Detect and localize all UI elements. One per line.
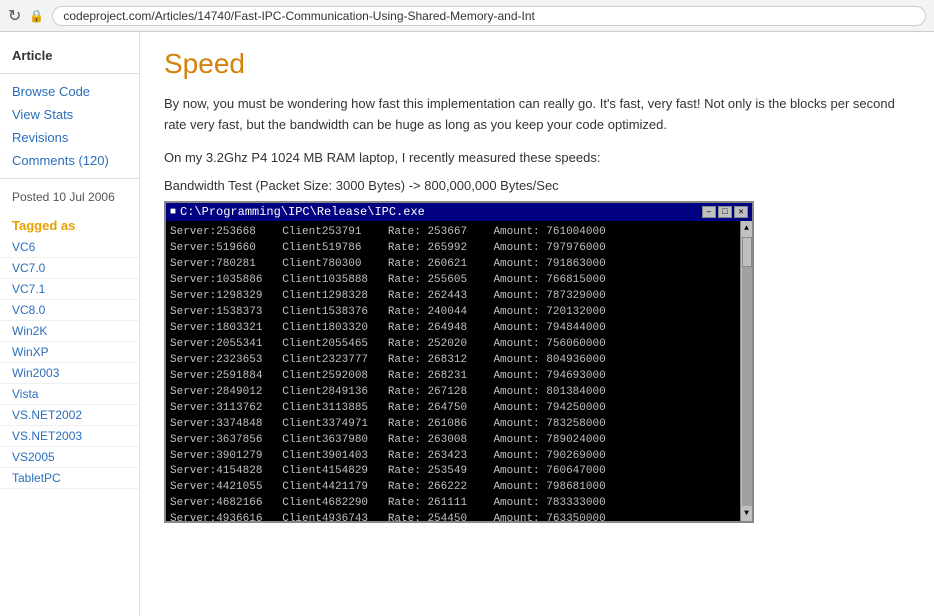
browser-bar: ↻ 🔒 codeproject.com/Articles/14740/Fast-… (0, 0, 934, 32)
console-line: Server:3901279 Client3901403 Rate: 26342… (170, 449, 736, 465)
sidebar-posted: Posted 10 Jul 2006 (0, 185, 139, 210)
main-content: Speed By now, you must be wondering how … (140, 32, 934, 616)
speed-note: On my 3.2Ghz P4 1024 MB RAM laptop, I re… (164, 148, 910, 169)
sidebar-tag-vista[interactable]: Vista (0, 384, 139, 405)
sidebar-tag-winxp[interactable]: WinXP (0, 342, 139, 363)
sidebar-tag-vsnet2003[interactable]: VS.NET2003 (0, 426, 139, 447)
lock-icon: 🔒 (29, 9, 44, 23)
console-line: Server:4154828 Client4154829 Rate: 25354… (170, 464, 736, 480)
sidebar-tag-win2k[interactable]: Win2K (0, 321, 139, 342)
sidebar-tagged-label: Tagged as (0, 210, 139, 237)
sidebar-link-view-stats[interactable]: View Stats (0, 103, 139, 126)
console-line: Server:3637856 Client3637980 Rate: 26300… (170, 433, 736, 449)
console-line: Server:1298329 Client1298328 Rate: 26244… (170, 289, 736, 305)
sidebar-divider-1 (0, 73, 139, 74)
console-line: Server:780281 Client780300 Rate: 260621 … (170, 257, 736, 273)
sidebar-tag-vs2005[interactable]: VS2005 (0, 447, 139, 468)
refresh-icon[interactable]: ↻ (8, 6, 21, 26)
console-titlebar: ■ C:\Programming\IPC\Release\IPC.exe – □… (166, 203, 752, 221)
sidebar-tag-win2003[interactable]: Win2003 (0, 363, 139, 384)
console-minimize-button[interactable]: – (702, 206, 716, 218)
sidebar-link-browse-code[interactable]: Browse Code (0, 80, 139, 103)
console-scrollbar[interactable]: ▲ ▼ (740, 221, 752, 521)
console-line: Server:4682166 Client4682290 Rate: 26111… (170, 496, 736, 512)
console-window: ■ C:\Programming\IPC\Release\IPC.exe – □… (164, 201, 754, 523)
sidebar-tag-vc80[interactable]: VC8.0 (0, 300, 139, 321)
sidebar-article-label: Article (0, 42, 139, 67)
bandwidth-label: Bandwidth Test (Packet Size: 3000 Bytes)… (164, 178, 910, 193)
sidebar-tag-vc71[interactable]: VC7.1 (0, 279, 139, 300)
console-title: C:\Programming\IPC\Release\IPC.exe (180, 205, 425, 219)
console-line: Server:1538373 Client1538376 Rate: 24004… (170, 305, 736, 321)
console-line: Server:2849012 Client2849136 Rate: 26712… (170, 385, 736, 401)
sidebar-tag-vc70[interactable]: VC7.0 (0, 258, 139, 279)
scroll-track (742, 237, 752, 506)
console-restore-button[interactable]: □ (718, 206, 732, 218)
console-line: Server:2055341 Client2055465 Rate: 25202… (170, 337, 736, 353)
console-line: Server:253668 Client253791 Rate: 253667 … (170, 225, 736, 241)
url-bar[interactable]: codeproject.com/Articles/14740/Fast-IPC-… (52, 6, 926, 26)
console-line: Server:2591884 Client2592008 Rate: 26823… (170, 369, 736, 385)
console-line: Server:2323653 Client2323777 Rate: 26831… (170, 353, 736, 369)
console-titlebar-left: ■ C:\Programming\IPC\Release\IPC.exe (170, 205, 425, 219)
sidebar-link-comments[interactable]: Comments (120) (0, 149, 139, 172)
console-controls: – □ ✕ (702, 206, 748, 218)
console-line: Server:1803321 Client1803320 Rate: 26494… (170, 321, 736, 337)
console-close-button[interactable]: ✕ (734, 206, 748, 218)
console-line: Server:3374848 Client3374971 Rate: 26108… (170, 417, 736, 433)
intro-paragraph: By now, you must be wondering how fast t… (164, 94, 910, 136)
scroll-up-arrow[interactable]: ▲ (744, 221, 749, 237)
sidebar-tag-vc6[interactable]: VC6 (0, 237, 139, 258)
main-layout: Article Browse Code View Stats Revisions… (0, 32, 934, 616)
sidebar-link-revisions[interactable]: Revisions (0, 126, 139, 149)
console-line: Server:1035886 Client1035888 Rate: 25560… (170, 273, 736, 289)
console-line: Server:3113762 Client3113885 Rate: 26475… (170, 401, 736, 417)
sidebar-divider-2 (0, 178, 139, 179)
console-body: Server:253668 Client253791 Rate: 253667 … (166, 221, 752, 521)
page-title: Speed (164, 48, 910, 80)
scroll-down-arrow[interactable]: ▼ (744, 506, 749, 522)
scroll-thumb[interactable] (742, 237, 752, 267)
sidebar: Article Browse Code View Stats Revisions… (0, 32, 140, 616)
console-line: Server:519660 Client519786 Rate: 265992 … (170, 241, 736, 257)
sidebar-tag-tabletpc[interactable]: TabletPC (0, 468, 139, 489)
sidebar-tag-vsnet2002[interactable]: VS.NET2002 (0, 405, 139, 426)
console-lines: Server:253668 Client253791 Rate: 253667 … (170, 225, 748, 521)
console-line: Server:4936616 Client4936743 Rate: 25445… (170, 512, 736, 521)
console-cmd-icon: ■ (170, 207, 176, 218)
console-line: Server:4421055 Client4421179 Rate: 26622… (170, 480, 736, 496)
